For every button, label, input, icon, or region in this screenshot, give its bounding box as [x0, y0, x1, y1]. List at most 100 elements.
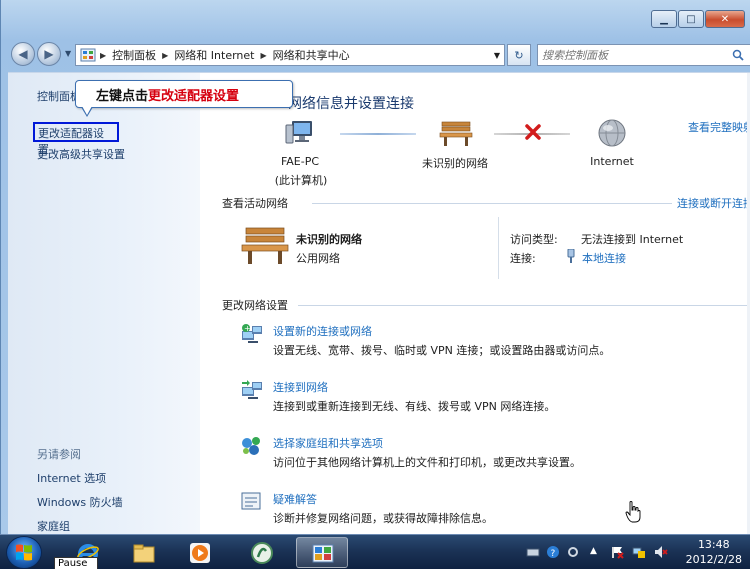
section-rule [312, 203, 672, 204]
hand-cursor-icon [625, 501, 641, 523]
system-clock[interactable]: 13:48 2012/2/28 [686, 537, 742, 567]
address-bar[interactable]: ▶ 控制面板 ▶ 网络和 Internet ▶ 网络和共享中心 ▼ [75, 44, 505, 66]
task-desc: 连接到或重新连接到无线、有线、拨号或 VPN 网络连接。 [273, 400, 556, 413]
settings-icon[interactable] [566, 545, 580, 559]
close-button[interactable]: ✕ [705, 10, 745, 28]
see-also-heading: 另请参阅 [37, 448, 81, 461]
search-icon[interactable] [732, 49, 744, 61]
computer-icon[interactable] [284, 119, 316, 147]
search-box[interactable] [537, 44, 750, 66]
breadcrumb-control-panel[interactable]: 控制面板 [112, 47, 156, 63]
svg-text:?: ? [551, 549, 556, 559]
node-pc-sub: (此计算机) [274, 174, 328, 187]
bench-icon [241, 227, 289, 264]
sidebar-link-homegroup[interactable]: 家庭组 [37, 518, 70, 534]
network-type-link[interactable]: 公用网络 [296, 250, 340, 266]
media-player-icon [190, 543, 210, 563]
taskbar-control-panel[interactable] [296, 537, 348, 568]
clock-time: 13:48 [697, 538, 730, 551]
task-pane: 控制面板主页 更改适配器设置 更改高级共享设置 另请参阅 Internet 选项… [8, 72, 200, 534]
action-center-flag-icon[interactable] [610, 545, 624, 559]
section-rule [298, 305, 750, 306]
taskbar: ? ▲ 13:48 2012/2/28 [0, 534, 750, 569]
task-link[interactable]: 设置新的连接或网络 [273, 323, 372, 339]
callout-prefix: 左键点击 [96, 88, 149, 104]
node-internet: Internet [590, 155, 634, 168]
page-title: 网络信息并设置连接 [288, 96, 414, 112]
task-homegroup: 选择家庭组和共享选项 访问位于其他网络计算机上的文件和打印机，或更改共享设置。 [240, 434, 740, 474]
recent-pages-dropdown[interactable]: ▼ [65, 49, 71, 58]
task-troubleshoot: 疑难解答 诊断并修复网络问题，或获得故障排除信息。 [240, 490, 740, 530]
caption-buttons: ▁ □ ✕ [650, 10, 745, 28]
change-settings-header: 更改网络设置 [222, 299, 288, 312]
bench-icon[interactable] [438, 119, 474, 147]
task-desc: 访问位于其他网络计算机上的文件和打印机，或更改共享设置。 [273, 456, 581, 469]
task-setup-connection: + 设置新的连接或网络 设置无线、宽带、拨号、临时或 VPN 连接；或设置路由器… [240, 322, 740, 362]
arrow-left-icon: ◀ [18, 47, 28, 61]
breadcrumb-network-internet[interactable]: 网络和 Internet [174, 47, 254, 63]
vertical-divider [498, 217, 499, 279]
sidebar-link-change-adapter-settings[interactable]: 更改适配器设置 [33, 122, 119, 156]
view-full-map-link[interactable]: 查看完整映射 [688, 119, 750, 135]
search-input[interactable] [542, 48, 732, 62]
network-status-icon[interactable] [632, 545, 646, 559]
node-pc-name: FAE-PC [280, 155, 320, 168]
task-connect-network: 连接到网络 连接到或重新连接到无线、有线、拨号或 VPN 网络连接。 [240, 378, 740, 418]
taskbar-explorer[interactable] [118, 537, 170, 568]
node-network-name: 未识别的网络 [422, 157, 488, 170]
maximize-button[interactable]: □ [678, 10, 704, 28]
connect-network-icon [242, 380, 262, 399]
task-link[interactable]: 连接到网络 [273, 379, 328, 395]
chevron-down-icon[interactable]: ▼ [494, 51, 500, 60]
app-icon [251, 542, 273, 564]
taskbar-media-player[interactable] [174, 537, 226, 568]
troubleshoot-icon [241, 492, 261, 510]
ethernet-icon [567, 249, 575, 263]
control-panel-window: ▁ □ ✕ ◀ ▶ ▼ ▶ 控制面板 ▶ 网络和 Internet ▶ 网络和共… [0, 0, 750, 534]
refresh-button[interactable]: ↻ [507, 44, 531, 66]
task-desc: 设置无线、宽带、拨号、临时或 VPN 连接；或设置路由器或访问点。 [273, 344, 611, 357]
keyboard-icon[interactable] [526, 545, 540, 559]
folder-icon [133, 544, 155, 563]
active-network-name: 未识别的网络 [296, 233, 362, 246]
main-content: 网络信息并设置连接 查看完整映射 FAE-PC (此计算机) 未识别的网络 In… [200, 72, 750, 534]
refresh-icon: ↻ [514, 48, 524, 62]
connection-label: 连接: [510, 252, 536, 265]
disconnected-x-icon [525, 124, 541, 140]
arrow-right-icon: ▶ [44, 47, 54, 61]
instruction-callout: 左键点击 更改适配器设置 [75, 80, 293, 108]
show-hidden-icons-arrow[interactable]: ▲ [590, 546, 597, 556]
pause-tooltip: Pause [54, 557, 98, 569]
forward-button[interactable]: ▶ [37, 42, 61, 66]
svg-text:+: + [244, 324, 251, 333]
minimize-button[interactable]: ▁ [651, 10, 677, 28]
callout-highlight: 更改适配器设置 [148, 88, 240, 104]
access-type-label: 访问类型: [510, 233, 558, 246]
sidebar-link-advanced-sharing[interactable]: 更改高级共享设置 [37, 146, 125, 162]
help-icon[interactable]: ? [546, 545, 560, 559]
chevron-right-icon[interactable]: ▶ [100, 51, 106, 60]
sidebar-link-internet-options[interactable]: Internet 选项 [37, 470, 106, 486]
control-panel-icon [312, 544, 334, 563]
start-button[interactable] [6, 536, 42, 569]
new-connection-icon: + [242, 324, 262, 343]
local-connection-link[interactable]: 本地连接 [582, 250, 626, 266]
back-button[interactable]: ◀ [11, 42, 35, 66]
sidebar-link-firewall[interactable]: Windows 防火墙 [37, 494, 123, 510]
task-link[interactable]: 选择家庭组和共享选项 [273, 435, 383, 451]
callout-tail-inner [82, 106, 92, 115]
navigation-row: ◀ ▶ ▼ ▶ 控制面板 ▶ 网络和 Internet ▶ 网络和共享中心 ▼ … [1, 36, 750, 68]
volume-muted-icon[interactable] [654, 545, 668, 559]
chevron-right-icon[interactable]: ▶ [162, 51, 168, 60]
chevron-right-icon[interactable]: ▶ [261, 51, 267, 60]
task-desc: 诊断并修复网络问题，或获得故障排除信息。 [273, 512, 493, 525]
title-bar[interactable]: ▁ □ ✕ [1, 0, 750, 34]
access-type-value: 无法连接到 Internet [581, 233, 684, 246]
breadcrumb-sharing-center[interactable]: 网络和共享中心 [273, 47, 350, 63]
taskbar-app[interactable] [236, 537, 288, 568]
control-panel-icon [80, 48, 96, 62]
globe-icon[interactable] [596, 117, 628, 149]
connect-disconnect-link[interactable]: 连接或断开连接 [677, 195, 750, 211]
windows-logo-icon [16, 544, 32, 561]
task-link[interactable]: 疑难解答 [273, 491, 317, 507]
